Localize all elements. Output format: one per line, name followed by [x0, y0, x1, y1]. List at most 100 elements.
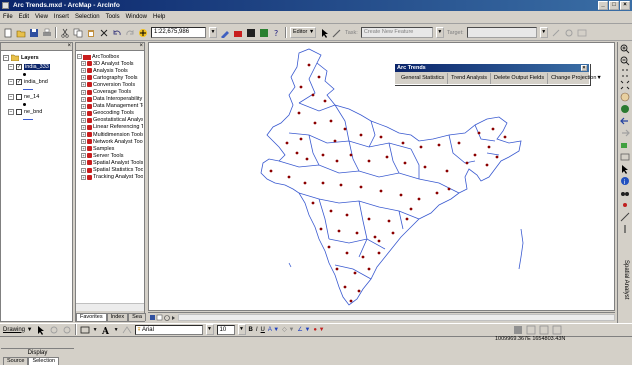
layout-view-icons[interactable]: [149, 314, 177, 322]
expand-icon[interactable]: +: [81, 139, 86, 145]
layer-name[interactable]: india_bnd: [24, 79, 48, 85]
map-horizontal-scrollbar[interactable]: [178, 314, 615, 321]
collapse-icon[interactable]: −: [3, 54, 9, 61]
next-extent-icon[interactable]: [620, 128, 630, 138]
expand-icon[interactable]: +: [81, 110, 86, 116]
toolbox-item[interactable]: + Server Tools: [77, 152, 143, 159]
tab-favorites[interactable]: Favorites: [76, 313, 107, 321]
expand-icon[interactable]: +: [81, 117, 86, 123]
layer-name[interactable]: india_333: [24, 63, 50, 70]
command-line-icon[interactable]: [246, 28, 256, 38]
text-dropdown-icon[interactable]: ▼: [114, 327, 119, 333]
italic-button[interactable]: I: [256, 327, 258, 333]
text-tool-icon[interactable]: A: [101, 325, 111, 337]
edit-tool-icon[interactable]: [319, 28, 329, 38]
expand-icon[interactable]: +: [81, 96, 86, 102]
find-icon[interactable]: [620, 188, 630, 198]
window-title-bar[interactable]: Arc Trends.mxd - ArcMap - ArcInfo _ □ ×: [0, 0, 632, 11]
drawing-menu-button[interactable]: Drawing ▼: [3, 327, 33, 333]
georeferencing-icon[interactable]: [513, 325, 523, 335]
rotate-icon[interactable]: [49, 325, 59, 335]
toolbox-item[interactable]: + Samples: [77, 145, 143, 152]
select-elements-icon[interactable]: [620, 164, 630, 174]
toolbox-item[interactable]: + Spatial Analyst Tools: [77, 159, 143, 166]
rectangle-dropdown-icon[interactable]: ▼: [93, 327, 98, 333]
collapse-icon[interactable]: −: [8, 63, 14, 70]
editor-toolbar-icon[interactable]: [220, 28, 230, 39]
layer-visibility-checkbox[interactable]: [16, 108, 22, 115]
marker-color-button[interactable]: ● ▼: [313, 327, 324, 333]
toolbox-horizontal-scrollbar[interactable]: [76, 303, 144, 311]
expand-icon[interactable]: +: [81, 68, 86, 74]
toolbox-item[interactable]: + Analysis Tools: [77, 67, 143, 74]
collapse-icon[interactable]: −: [8, 78, 14, 85]
editor-menu-button[interactable]: Editor ▼: [290, 27, 316, 38]
copy-icon[interactable]: [73, 28, 83, 38]
menu-tools[interactable]: Tools: [106, 14, 120, 20]
scale-dropdown-button[interactable]: ▼: [209, 27, 217, 38]
menu-selection[interactable]: Selection: [75, 14, 100, 20]
fixed-zoom-in-icon[interactable]: [620, 68, 630, 78]
expand-icon[interactable]: +: [81, 174, 86, 180]
full-extent-icon[interactable]: [620, 104, 630, 114]
font-name-dropdown-button[interactable]: ▼: [205, 324, 214, 335]
toolbox-item[interactable]: + Geostatistical Analyst: [77, 117, 143, 124]
fixed-zoom-out-icon[interactable]: [620, 80, 630, 90]
toolbox-item[interactable]: + Network Analyst Tools: [77, 138, 143, 145]
general-statistics-button[interactable]: General Statistics: [398, 73, 449, 84]
split-tool-icon[interactable]: [551, 28, 561, 38]
underline-button[interactable]: U: [261, 327, 265, 333]
line-color-button[interactable]: ∠ ▼: [297, 326, 310, 333]
open-folder-icon[interactable]: [16, 28, 26, 38]
fill-color-button[interactable]: ◇ ▼: [282, 326, 294, 333]
expand-icon[interactable]: +: [81, 132, 86, 138]
menu-insert[interactable]: Insert: [54, 14, 69, 20]
model-builder-icon[interactable]: [259, 28, 269, 38]
delete-icon[interactable]: [99, 28, 109, 38]
toolbox-item[interactable]: + Cartography Tools: [77, 74, 143, 81]
tab-search[interactable]: Sea: [128, 313, 146, 321]
expand-icon[interactable]: +: [81, 103, 86, 109]
tab-index[interactable]: Index: [106, 313, 129, 321]
arc-trends-close-icon[interactable]: ×: [581, 65, 587, 71]
close-button[interactable]: ×: [620, 1, 630, 10]
toc-root-layers[interactable]: − Layers: [3, 53, 70, 62]
toolbox-item[interactable]: + Data Management Too: [77, 103, 143, 110]
toolbox-item[interactable]: + Coverage Tools: [77, 88, 143, 95]
maximize-button[interactable]: □: [609, 1, 619, 10]
arc-trends-toolbar[interactable]: Arc Trends × General Statistics Trend An…: [394, 63, 602, 85]
rotate-tool-icon[interactable]: [564, 28, 574, 38]
display-tab-label[interactable]: Display: [1, 350, 74, 356]
expand-icon[interactable]: +: [81, 82, 86, 88]
rectangle-tool-icon[interactable]: [80, 325, 90, 335]
attributes-icon[interactable]: [577, 28, 587, 38]
sketch-tool-icon[interactable]: [332, 28, 342, 38]
collapse-icon[interactable]: −: [77, 54, 82, 60]
previous-extent-icon[interactable]: [620, 116, 630, 126]
toc-layer[interactable]: − ✓ india_bnd: [3, 77, 70, 86]
bold-button[interactable]: B: [249, 327, 253, 333]
expand-icon[interactable]: +: [81, 153, 86, 159]
tab-source[interactable]: Source: [3, 357, 29, 365]
add-data-icon[interactable]: [138, 28, 148, 38]
tab-selection[interactable]: Selection: [28, 357, 60, 365]
menu-view[interactable]: View: [35, 14, 48, 20]
zoom-to-selected-icon[interactable]: [62, 325, 72, 335]
expand-icon[interactable]: +: [81, 89, 86, 95]
print-icon[interactable]: [42, 28, 52, 38]
cut-icon[interactable]: [60, 28, 70, 38]
layer-visibility-checkbox[interactable]: ✓: [16, 78, 22, 85]
map-scale-input[interactable]: 1:22,675,986: [151, 27, 206, 38]
toolbox-item[interactable]: + Spatial Statistics Tools: [77, 167, 143, 174]
edit-vertices-icon[interactable]: [122, 325, 132, 335]
save-icon[interactable]: [29, 28, 39, 38]
layout-tool-icon[interactable]: [552, 325, 562, 335]
toolbox-close-icon[interactable]: ×: [139, 43, 143, 50]
trend-analysis-button[interactable]: Trend Analysis: [448, 73, 491, 84]
expand-icon[interactable]: +: [81, 124, 86, 130]
expand-icon[interactable]: +: [81, 146, 86, 152]
hyperlink-icon[interactable]: [620, 224, 630, 234]
layer-name[interactable]: ne_14: [24, 94, 39, 100]
zoom-in-icon[interactable]: [620, 44, 630, 54]
toolbox-root[interactable]: − ArcToolbox: [77, 53, 143, 60]
